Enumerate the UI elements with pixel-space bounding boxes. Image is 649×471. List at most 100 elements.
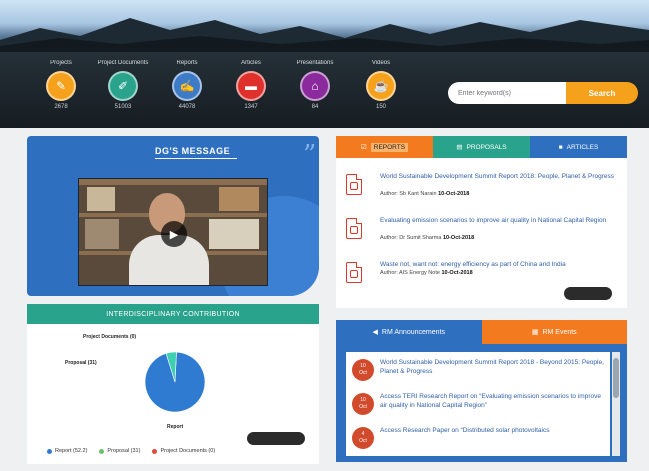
nav-item-2[interactable]: Reports ✍ 44078: [156, 60, 218, 110]
view-more-button[interactable]: [247, 432, 305, 445]
books: [219, 187, 259, 211]
title-underline: [155, 158, 237, 159]
report-date: 10-Oct-2018: [438, 191, 470, 197]
legend-swatch: [99, 448, 105, 454]
video-icon[interactable]: ☕: [366, 71, 396, 101]
announcements-list: 10 Oct World Sustainable Development Summi…: [346, 352, 610, 456]
legend-label: Report (52.2): [55, 448, 88, 454]
announcements-scrollbar[interactable]: [612, 352, 620, 456]
nav-item-count: 84: [311, 104, 319, 110]
tab-reports-label: REPORTS: [370, 142, 409, 152]
books: [87, 187, 115, 211]
tab-articles-label: ARTICLES: [566, 143, 599, 151]
report-meta: Author: Sb Kant Narain 10-Oct-2018: [380, 191, 469, 197]
report-item[interactable]: Evaluating emission scenarios to improve…: [346, 216, 618, 256]
publication-tabs: ☑ REPORTS ▤ PROPOSALS ■ ARTICLES: [336, 136, 627, 158]
nav-item-label: Videos: [371, 60, 391, 66]
mountain-landscape: [0, 18, 649, 52]
report-date: 10-Oct-2018: [442, 235, 475, 241]
legend-swatch: [47, 448, 52, 454]
dg-message-card: DG'S MESSAGE ” ▶: [27, 136, 319, 296]
nav-item-count: 44078: [178, 104, 196, 110]
announcement-day: 4: [361, 431, 365, 437]
books: [209, 219, 259, 249]
nav-item-count: 2678: [54, 104, 68, 110]
legend-item[interactable]: Proposal (31): [99, 448, 140, 454]
report-date: 10-Oct-2018: [441, 270, 473, 276]
report-item[interactable]: World Sustainable Development Summit Rep…: [346, 172, 618, 212]
pie-chart: Project Documents (0) Proposal (31) Report: [65, 334, 206, 430]
legend-item[interactable]: Report (52.2): [47, 448, 87, 454]
nav-item-label: Reports: [176, 60, 198, 66]
contribution-heading-label: INTERDISCIPLINARY CONTRIBUTION: [106, 310, 240, 318]
nav-item-3[interactable]: Articles ▬ 1347: [220, 60, 282, 110]
announcement-item[interactable]: 4 Oct Access Research Paper on “Distribute…: [346, 424, 610, 456]
announcement-day: 10: [360, 363, 366, 369]
legend-item[interactable]: Project Documents (0): [152, 448, 215, 454]
announcement-link[interactable]: Access TERI Research Report on “Evaluati…: [380, 392, 606, 410]
nav-item-label: Project Documents: [97, 60, 149, 66]
dg-message-title: DG'S MESSAGE: [155, 146, 231, 156]
legend-label: Project Documents (0): [160, 448, 216, 454]
scrollbar-thumb[interactable]: [613, 358, 619, 398]
contribution-heading: INTERDISCIPLINARY CONTRIBUTION: [27, 304, 319, 324]
nav-item-4[interactable]: Presentations ⌂ 84: [284, 60, 346, 110]
announcement-link[interactable]: Access Research Paper on “Distributed so…: [380, 426, 606, 435]
megaphone-icon: ◀: [372, 329, 378, 336]
announcement-item[interactable]: 10 Oct World Sustainable Development Summi…: [346, 356, 610, 390]
tab-articles[interactable]: ■ ARTICLES: [530, 136, 627, 158]
announcements-panel: 10 Oct World Sustainable Development Summi…: [336, 344, 627, 462]
report-author: Author: Dr Sumit Sharma: [380, 235, 442, 241]
search-button[interactable]: Search: [566, 82, 638, 104]
document-icon[interactable]: ✎: [46, 71, 76, 101]
announcement-month: Oct: [359, 370, 367, 376]
report-meta: Author: Dr Sumit Sharma 10-Oct-2018: [380, 235, 474, 241]
calendar-icon: ▦: [531, 329, 539, 336]
tab-proposals-label: PROPOSALS: [466, 143, 507, 151]
pdf-icon: [346, 218, 362, 239]
bookshelf: [79, 179, 267, 185]
presentation-icon[interactable]: ⌂: [300, 71, 330, 101]
tab-events-label: RM Events: [542, 328, 577, 336]
pencil-icon[interactable]: ✐: [108, 71, 138, 101]
report-title-link[interactable]: World Sustainable Development Summit Rep…: [380, 172, 618, 181]
reports-tab-icon: ☑: [360, 144, 367, 151]
chart-legend: Report (52.2) Proposal (31) Project Docume…: [47, 448, 215, 454]
announcement-item[interactable]: 10 Oct Access TERI Research Report on “Eva…: [346, 390, 610, 424]
tab-proposals[interactable]: ▤ PROPOSALS: [433, 136, 530, 158]
announcement-date-badge: 10 Oct: [352, 359, 374, 381]
report-title-link[interactable]: Evaluating emission scenarios to improve…: [380, 216, 618, 225]
edit-icon[interactable]: ✍: [172, 71, 202, 101]
play-icon[interactable]: ▶: [161, 221, 187, 247]
reports-view-more-button[interactable]: [564, 287, 612, 300]
nav-item-count: 1347: [244, 104, 258, 110]
nav-item-0[interactable]: Projects ✎ 2678: [30, 60, 92, 110]
pie-label: Proposal (31): [65, 360, 97, 366]
nav-item-label: Presentations: [296, 60, 334, 66]
tab-rm-announcements[interactable]: ◀ RM Announcements: [336, 320, 482, 344]
report-author: Author: AIS Energy Note: [380, 270, 440, 276]
pie-label: Project Documents (0): [83, 334, 136, 340]
tab-rm-events[interactable]: ▦ RM Events: [481, 320, 627, 344]
legend-swatch: [152, 448, 158, 454]
announcement-tabs: ◀ RM Announcements ▦ RM Events: [336, 320, 627, 344]
nav-item-5[interactable]: Videos ☕ 150: [350, 60, 412, 110]
contribution-chart: Project Documents (0) Proposal (31) Report…: [27, 324, 319, 464]
report-meta: Author: AIS Energy Note 10-Oct-2018: [380, 270, 473, 276]
reports-list: World Sustainable Development Summit Rep…: [336, 158, 627, 308]
nav-item-count: 51003: [114, 104, 132, 110]
dg-video[interactable]: ▶: [78, 178, 268, 286]
pdf-icon: [346, 262, 362, 283]
nav-item-label: Articles: [241, 60, 261, 66]
nav-item-1[interactable]: Project Documents ✐ 51003: [92, 60, 154, 110]
tab-reports[interactable]: ☑ REPORTS: [336, 136, 433, 158]
report-title-link[interactable]: Waste not, want not: energy efficiency a…: [380, 260, 618, 269]
announcement-date-badge: 4 Oct: [352, 427, 374, 449]
pie-label: Report: [167, 424, 183, 430]
announcement-month: Oct: [359, 404, 367, 410]
announcement-date-badge: 10 Oct: [352, 393, 374, 415]
announcement-link[interactable]: World Sustainable Development Summit Rep…: [380, 358, 606, 376]
announcement-month: Oct: [359, 438, 367, 444]
search-input[interactable]: [448, 82, 566, 104]
article-icon[interactable]: ▬: [236, 71, 266, 101]
